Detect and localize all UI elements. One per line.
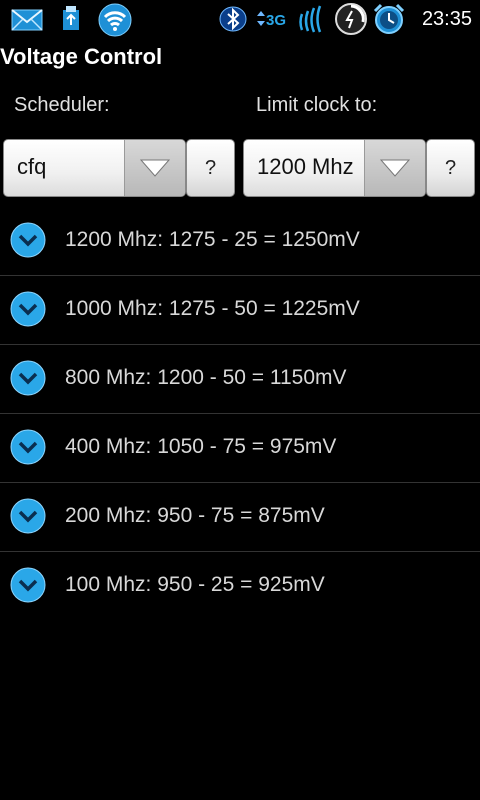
voltage-row-label: 1200 Mhz: 1275 - 25 = 1250mV: [65, 228, 360, 251]
signal-icon: [296, 2, 330, 36]
voltage-list: 1200 Mhz: 1275 - 25 = 1250mV 1000 Mhz: 1…: [0, 207, 480, 620]
expand-icon[interactable]: [10, 429, 46, 465]
voltage-row-label: 800 Mhz: 1200 - 50 = 1150mV: [65, 366, 347, 389]
list-item[interactable]: 800 Mhz: 1200 - 50 = 1150mV: [0, 345, 480, 414]
network-type-text: 3G: [266, 12, 286, 29]
list-item[interactable]: 1200 Mhz: 1275 - 25 = 1250mV: [0, 207, 480, 276]
wifi-icon: [98, 3, 132, 37]
expand-icon[interactable]: [10, 567, 46, 603]
scheduler-label: Scheduler:: [14, 94, 110, 116]
list-item[interactable]: 100 Mhz: 950 - 25 = 925mV: [0, 552, 480, 620]
expand-icon[interactable]: [10, 222, 46, 258]
clock-limit-label: Limit clock to:: [256, 94, 378, 116]
list-item[interactable]: 400 Mhz: 1050 - 75 = 975mV: [0, 414, 480, 483]
network-3g-icon: 3G: [254, 2, 292, 36]
expand-icon[interactable]: [10, 360, 46, 396]
status-time: 23:35: [421, 7, 472, 30]
chevron-down-icon: [124, 140, 185, 196]
alarm-icon: [372, 2, 406, 36]
expand-icon[interactable]: [10, 498, 46, 534]
clock-limit-value: 1200 Mhz: [257, 154, 354, 179]
page-title: Voltage Control: [0, 44, 163, 69]
status-bar: 3G 23:35: [0, 0, 480, 38]
bluetooth-icon: [216, 2, 250, 36]
clock-limit-dropdown[interactable]: 1200 Mhz: [243, 139, 426, 197]
list-item[interactable]: 1000 Mhz: 1275 - 50 = 1225mV: [0, 276, 480, 345]
expand-icon[interactable]: [10, 291, 46, 327]
power-widget-icon: [334, 2, 368, 36]
scheduler-dropdown[interactable]: cfq: [3, 139, 186, 197]
scheduler-help-button[interactable]: ?: [186, 139, 235, 197]
voltage-row-label: 1000 Mhz: 1275 - 50 = 1225mV: [65, 297, 360, 320]
clock-limit-help-button[interactable]: ?: [426, 139, 475, 197]
scheduler-value: cfq: [17, 154, 47, 179]
usb-icon: [54, 3, 88, 37]
voltage-row-label: 200 Mhz: 950 - 75 = 875mV: [65, 504, 325, 527]
mail-icon: [10, 3, 44, 37]
voltage-row-label: 400 Mhz: 1050 - 75 = 975mV: [65, 435, 337, 458]
voltage-row-label: 100 Mhz: 950 - 25 = 925mV: [65, 573, 325, 596]
list-item[interactable]: 200 Mhz: 950 - 75 = 875mV: [0, 483, 480, 552]
chevron-down-icon: [364, 140, 425, 196]
